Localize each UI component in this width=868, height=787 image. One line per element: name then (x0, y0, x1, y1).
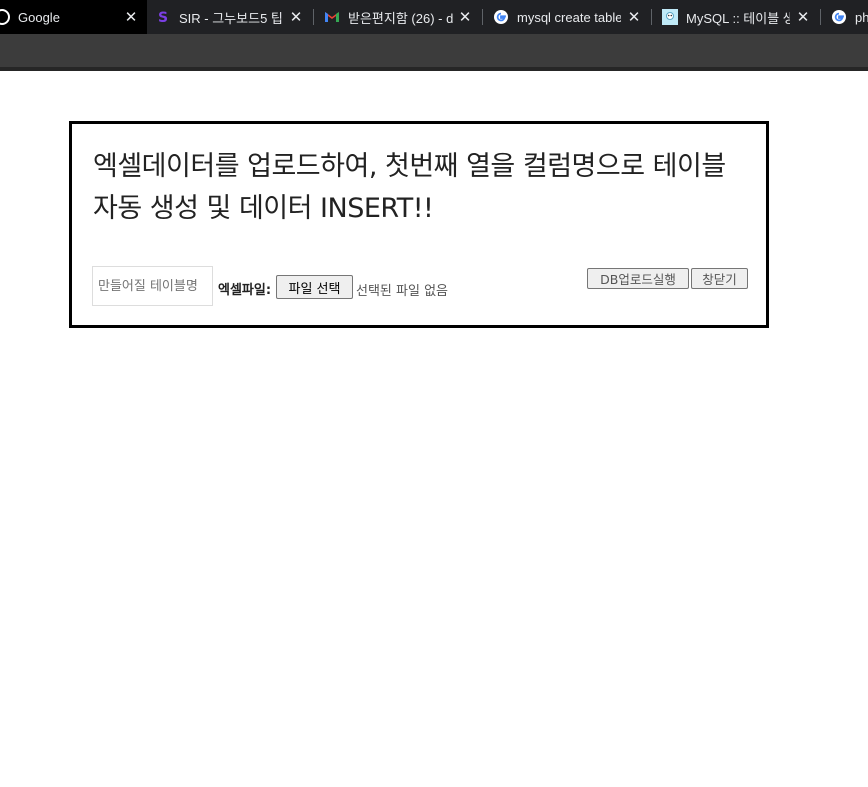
file-status-text: 선택된 파일 없음 (356, 284, 448, 299)
close-icon[interactable]: ✕ (795, 8, 811, 26)
tab-sir[interactable]: S SIR - 그누보드5 팁 ✕ (147, 0, 312, 34)
tab-google[interactable]: Google ✕ (0, 0, 147, 34)
close-window-button[interactable]: 창닫기 (691, 268, 748, 289)
browser-tab-strip: Google ✕ S SIR - 그누보드5 팁 ✕ 받은편지함 (26) - … (0, 0, 868, 34)
mysql-site-icon (662, 9, 678, 25)
gmail-icon (324, 9, 340, 25)
tab-php[interactable]: ph (821, 0, 868, 34)
tab-mysql-table[interactable]: MySQL :: 테이블 생 ✕ (652, 0, 819, 34)
tab-mysql-create-table[interactable]: mysql create table ✕ (483, 0, 650, 34)
toolbar-edge (0, 67, 868, 71)
google-icon (493, 9, 509, 25)
db-upload-button[interactable]: DB업로드실행 (587, 268, 689, 289)
google-icon (831, 9, 847, 25)
google-icon (0, 9, 10, 25)
sir-logo-icon: S (155, 9, 171, 25)
svg-text:S: S (158, 10, 168, 25)
close-icon[interactable]: ✕ (457, 8, 473, 26)
close-icon[interactable]: ✕ (626, 8, 642, 26)
excel-upload-panel: 엑셀데이터를 업로드하여, 첫번째 열을 컬럼명으로 테이블 자동 생성 및 데… (69, 121, 769, 328)
excel-file-label: 엑셀파일: (218, 283, 272, 298)
close-icon[interactable]: ✕ (288, 8, 304, 26)
choose-file-button[interactable]: 파일 선택 (276, 275, 353, 299)
tab-gmail[interactable]: 받은편지함 (26) - d ✕ (314, 0, 481, 34)
panel-title: 엑셀데이터를 업로드하여, 첫번째 열을 컬럼명으로 테이블 자동 생성 및 데… (93, 151, 726, 224)
browser-toolbar (0, 34, 868, 67)
table-name-input[interactable] (92, 266, 213, 306)
close-icon[interactable]: ✕ (123, 8, 139, 26)
